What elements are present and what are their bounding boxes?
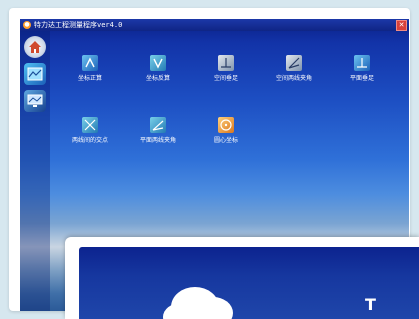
home-icon [29, 41, 41, 53]
tool-circle-center[interactable]: 圆心坐标 [191, 117, 261, 157]
tool-spatial-foot[interactable]: 空间垂足 [191, 55, 261, 95]
tool-spatial-angle[interactable]: 空间两线夹角 [259, 55, 329, 95]
forward-calc-icon [82, 55, 98, 71]
tool-label: 空间垂足 [213, 75, 238, 82]
circle-center-icon [218, 117, 234, 133]
tool-label: 圆心坐标 [213, 137, 238, 144]
tool-label: 坐标反算 [145, 75, 170, 82]
app-icon: ● [23, 21, 31, 29]
tool-plane-foot[interactable]: 平面垂足 [327, 55, 397, 95]
overlay-splash: T [79, 247, 419, 319]
sidebar-item-monitor[interactable] [24, 90, 46, 112]
tool-inverse-calc[interactable]: 坐标反算 [123, 55, 193, 95]
intersection-icon [82, 117, 98, 133]
tool-label: 平面垂足 [349, 75, 374, 82]
plane-foot-icon [354, 55, 370, 71]
tool-forward-calc[interactable]: 坐标正算 [55, 55, 125, 95]
spatial-foot-icon [218, 55, 234, 71]
overlay-window: T [65, 237, 419, 319]
close-button[interactable]: ✕ [396, 20, 407, 31]
map-icon [27, 67, 43, 81]
monitor-icon [27, 94, 43, 107]
tool-intersection[interactable]: 两线间的交点 [55, 117, 125, 157]
tool-label: 平面两线夹角 [139, 137, 176, 144]
cloud-icon [171, 287, 219, 319]
inverse-calc-icon [150, 55, 166, 71]
tool-label: 坐标正算 [77, 75, 102, 82]
sidebar [20, 31, 50, 311]
window-title: 特力达工程测量程序ver4.0 [34, 21, 123, 29]
spatial-angle-icon [286, 55, 302, 71]
tool-plane-angle[interactable]: 平面两线夹角 [123, 117, 193, 157]
tool-label: 空间两线夹角 [275, 75, 312, 82]
plane-angle-icon [150, 117, 166, 133]
sidebar-item-home[interactable] [24, 36, 46, 58]
overlay-glyph: T [365, 295, 376, 314]
sidebar-item-map[interactable] [24, 63, 46, 85]
tool-label: 两线间的交点 [71, 137, 108, 144]
title-bar: ● 特力达工程测量程序ver4.0 ✕ [20, 19, 409, 31]
